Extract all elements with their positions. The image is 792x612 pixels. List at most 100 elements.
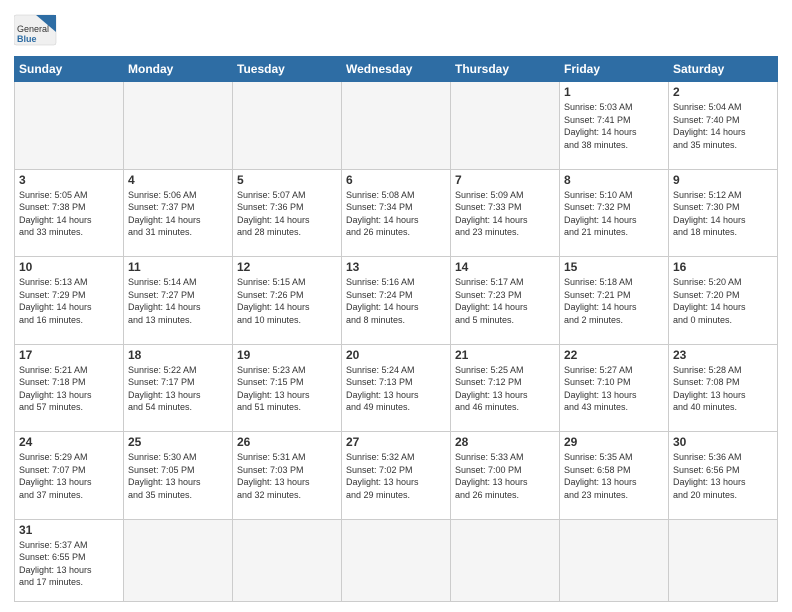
- calendar-cell: 10 Sunrise: 5:13 AMSunset: 7:29 PMDayligh…: [15, 257, 124, 345]
- day-info: Sunrise: 5:12 AMSunset: 7:30 PMDaylight:…: [673, 189, 773, 239]
- calendar-cell: [124, 82, 233, 170]
- day-number: 1: [564, 85, 664, 99]
- day-info: Sunrise: 5:37 AMSunset: 6:55 PMDaylight:…: [19, 539, 119, 589]
- day-number: 29: [564, 435, 664, 449]
- day-number: 16: [673, 260, 773, 274]
- day-info: Sunrise: 5:06 AMSunset: 7:37 PMDaylight:…: [128, 189, 228, 239]
- calendar-cell: 5Sunrise: 5:07 AMSunset: 7:36 PMDaylight…: [233, 169, 342, 257]
- day-number: 4: [128, 173, 228, 187]
- day-info: Sunrise: 5:22 AMSunset: 7:17 PMDaylight:…: [128, 364, 228, 414]
- day-number: 9: [673, 173, 773, 187]
- day-number: 7: [455, 173, 555, 187]
- day-info: Sunrise: 5:20 AMSunset: 7:20 PMDaylight:…: [673, 276, 773, 326]
- col-thursday: Thursday: [451, 57, 560, 82]
- day-number: 24: [19, 435, 119, 449]
- day-info: Sunrise: 5:03 AMSunset: 7:41 PMDaylight:…: [564, 101, 664, 151]
- calendar-cell: [124, 519, 233, 601]
- day-info: Sunrise: 5:13 AMSunset: 7:29 PMDaylight:…: [19, 276, 119, 326]
- calendar-table: Sunday Monday Tuesday Wednesday Thursday…: [14, 56, 778, 602]
- day-info: Sunrise: 5:32 AMSunset: 7:02 PMDaylight:…: [346, 451, 446, 501]
- calendar-cell: [451, 82, 560, 170]
- calendar-cell: 1 Sunrise: 5:03 AMSunset: 7:41 PMDaylight…: [560, 82, 669, 170]
- day-number: 30: [673, 435, 773, 449]
- day-number: 10: [19, 260, 119, 274]
- day-number: 21: [455, 348, 555, 362]
- calendar-cell: 7Sunrise: 5:09 AMSunset: 7:33 PMDaylight…: [451, 169, 560, 257]
- svg-text:General: General: [17, 24, 49, 34]
- calendar-cell: 25 Sunrise: 5:30 AMSunset: 7:05 PMDayligh…: [124, 432, 233, 520]
- day-info: Sunrise: 5:31 AMSunset: 7:03 PMDaylight:…: [237, 451, 337, 501]
- calendar-cell: 30 Sunrise: 5:36 AMSunset: 6:56 PMDayligh…: [669, 432, 778, 520]
- calendar-cell: [233, 519, 342, 601]
- day-number: 22: [564, 348, 664, 362]
- calendar-cell: 9 Sunrise: 5:12 AMSunset: 7:30 PMDaylight…: [669, 169, 778, 257]
- day-number: 5: [237, 173, 337, 187]
- svg-text:Blue: Blue: [17, 34, 37, 44]
- col-wednesday: Wednesday: [342, 57, 451, 82]
- day-number: 19: [237, 348, 337, 362]
- col-friday: Friday: [560, 57, 669, 82]
- header: GeneralBlue: [14, 10, 778, 50]
- col-monday: Monday: [124, 57, 233, 82]
- day-number: 3: [19, 173, 119, 187]
- day-number: 18: [128, 348, 228, 362]
- day-info: Sunrise: 5:10 AMSunset: 7:32 PMDaylight:…: [564, 189, 664, 239]
- calendar-cell: 15 Sunrise: 5:18 AMSunset: 7:21 PMDayligh…: [560, 257, 669, 345]
- day-info: Sunrise: 5:15 AMSunset: 7:26 PMDaylight:…: [237, 276, 337, 326]
- col-saturday: Saturday: [669, 57, 778, 82]
- calendar-cell: 21Sunrise: 5:25 AMSunset: 7:12 PMDayligh…: [451, 344, 560, 432]
- calendar-cell: 16 Sunrise: 5:20 AMSunset: 7:20 PMDayligh…: [669, 257, 778, 345]
- calendar-cell: 24 Sunrise: 5:29 AMSunset: 7:07 PMDayligh…: [15, 432, 124, 520]
- day-number: 8: [564, 173, 664, 187]
- day-info: Sunrise: 5:05 AMSunset: 7:38 PMDaylight:…: [19, 189, 119, 239]
- page: GeneralBlue Sunday Monday Tuesday Wednes…: [0, 0, 792, 612]
- calendar-cell: 31 Sunrise: 5:37 AMSunset: 6:55 PMDayligh…: [15, 519, 124, 601]
- day-number: 15: [564, 260, 664, 274]
- calendar-cell: 3 Sunrise: 5:05 AMSunset: 7:38 PMDaylight…: [15, 169, 124, 257]
- calendar-cell: 18 Sunrise: 5:22 AMSunset: 7:17 PMDayligh…: [124, 344, 233, 432]
- calendar-cell: 19 Sunrise: 5:23 AMSunset: 7:15 PMDayligh…: [233, 344, 342, 432]
- day-number: 31: [19, 523, 119, 537]
- day-number: 28: [455, 435, 555, 449]
- calendar-cell: 26Sunrise: 5:31 AMSunset: 7:03 PMDayligh…: [233, 432, 342, 520]
- calendar-cell: 27Sunrise: 5:32 AMSunset: 7:02 PMDayligh…: [342, 432, 451, 520]
- calendar-cell: 2 Sunrise: 5:04 AMSunset: 7:40 PMDaylight…: [669, 82, 778, 170]
- calendar-cell: [15, 82, 124, 170]
- calendar-cell: 4 Sunrise: 5:06 AMSunset: 7:37 PMDaylight…: [124, 169, 233, 257]
- day-number: 6: [346, 173, 446, 187]
- calendar-cell: 6 Sunrise: 5:08 AMSunset: 7:34 PMDaylight…: [342, 169, 451, 257]
- col-tuesday: Tuesday: [233, 57, 342, 82]
- calendar-cell: 12 Sunrise: 5:15 AMSunset: 7:26 PMDayligh…: [233, 257, 342, 345]
- calendar-cell: 11Sunrise: 5:14 AMSunset: 7:27 PMDayligh…: [124, 257, 233, 345]
- day-info: Sunrise: 5:33 AMSunset: 7:00 PMDaylight:…: [455, 451, 555, 501]
- day-number: 25: [128, 435, 228, 449]
- calendar-header-row: Sunday Monday Tuesday Wednesday Thursday…: [15, 57, 778, 82]
- calendar-cell: [233, 82, 342, 170]
- calendar-cell: [342, 519, 451, 601]
- calendar-cell: [669, 519, 778, 601]
- day-number: 2: [673, 85, 773, 99]
- day-info: Sunrise: 5:14 AMSunset: 7:27 PMDaylight:…: [128, 276, 228, 326]
- calendar-cell: [342, 82, 451, 170]
- logo: GeneralBlue: [14, 10, 64, 50]
- day-number: 14: [455, 260, 555, 274]
- day-info: Sunrise: 5:08 AMSunset: 7:34 PMDaylight:…: [346, 189, 446, 239]
- day-info: Sunrise: 5:23 AMSunset: 7:15 PMDaylight:…: [237, 364, 337, 414]
- day-info: Sunrise: 5:18 AMSunset: 7:21 PMDaylight:…: [564, 276, 664, 326]
- calendar-cell: 14Sunrise: 5:17 AMSunset: 7:23 PMDayligh…: [451, 257, 560, 345]
- day-info: Sunrise: 5:30 AMSunset: 7:05 PMDaylight:…: [128, 451, 228, 501]
- day-info: Sunrise: 5:16 AMSunset: 7:24 PMDaylight:…: [346, 276, 446, 326]
- day-info: Sunrise: 5:04 AMSunset: 7:40 PMDaylight:…: [673, 101, 773, 151]
- calendar-cell: 23Sunrise: 5:28 AMSunset: 7:08 PMDayligh…: [669, 344, 778, 432]
- day-number: 17: [19, 348, 119, 362]
- calendar-cell: [451, 519, 560, 601]
- day-number: 12: [237, 260, 337, 274]
- calendar-cell: 13Sunrise: 5:16 AMSunset: 7:24 PMDayligh…: [342, 257, 451, 345]
- day-info: Sunrise: 5:21 AMSunset: 7:18 PMDaylight:…: [19, 364, 119, 414]
- calendar-cell: [560, 519, 669, 601]
- day-info: Sunrise: 5:36 AMSunset: 6:56 PMDaylight:…: [673, 451, 773, 501]
- calendar-cell: 22Sunrise: 5:27 AMSunset: 7:10 PMDayligh…: [560, 344, 669, 432]
- day-info: Sunrise: 5:29 AMSunset: 7:07 PMDaylight:…: [19, 451, 119, 501]
- col-sunday: Sunday: [15, 57, 124, 82]
- calendar-cell: 8 Sunrise: 5:10 AMSunset: 7:32 PMDaylight…: [560, 169, 669, 257]
